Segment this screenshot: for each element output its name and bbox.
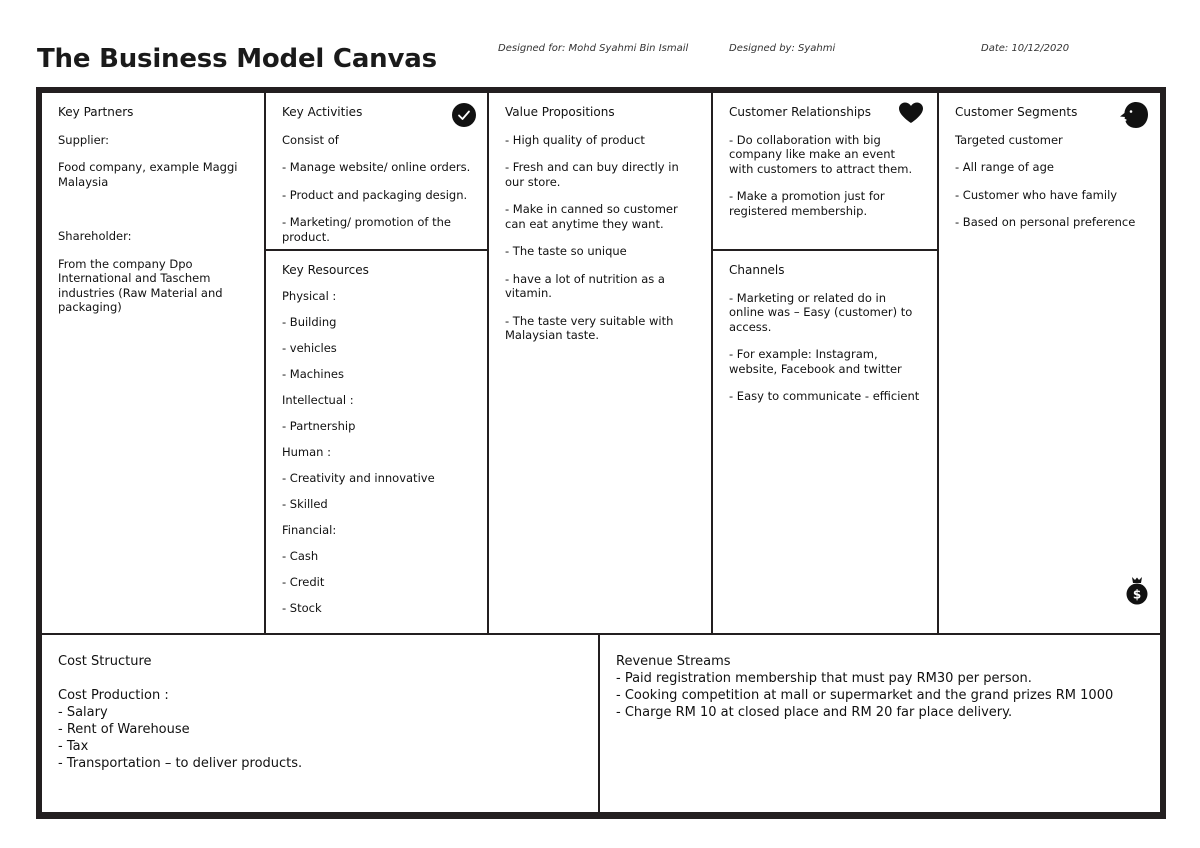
key-partners-section: Key Partners Supplier: Food company, exa… (42, 93, 264, 633)
list-item: From the company Dpo International and T… (58, 256, 223, 315)
designed-for: Designed for: Mohd Syahmi Bin Ismail (498, 43, 689, 54)
list-item: - Make in canned so customer can eat any… (505, 202, 678, 231)
list-item: - Cooking competition at mall or superma… (616, 688, 1114, 703)
list-item: - Marketing or related do in online was … (729, 290, 913, 334)
list-item: Shareholder: (58, 229, 132, 243)
list-item: Food company, example Maggi Malaysia (58, 160, 238, 189)
list-item: - Machines (282, 367, 344, 381)
value-propositions-title: Value Propositions (505, 105, 615, 119)
list-item: Intellectual : (282, 393, 354, 407)
list-item: Consist of (282, 132, 339, 147)
key-partners-title: Key Partners (58, 105, 134, 119)
svg-text:$: $ (1133, 588, 1141, 602)
list-item: - Rent of Warehouse (58, 722, 190, 737)
list-item: - Product and packaging design. (282, 187, 468, 202)
list-item: - Credit (282, 575, 325, 589)
customer-relationships-title: Customer Relationships (729, 105, 872, 119)
cost-production-label: Cost Production : (58, 688, 169, 703)
list-item: - Based on personal preference (955, 215, 1136, 229)
page-title: The Business Model Canvas (37, 44, 437, 74)
list-item: - Customer who have family (955, 187, 1118, 202)
list-item: - vehicles (282, 341, 337, 355)
list-item: Human : (282, 445, 332, 459)
revenue-streams-title: Revenue Streams (616, 654, 731, 669)
list-item: - Marketing/ promotion of the product. (282, 215, 451, 244)
list-item: - Transportation – to deliver products. (58, 756, 303, 771)
list-item: Supplier: (58, 132, 110, 147)
list-item: - Paid registration membership that must… (616, 671, 1032, 686)
list-item: - Make a promotion just for registered m… (729, 189, 885, 218)
list-item: - Creativity and innovative (282, 471, 435, 485)
list-item: - Salary (58, 705, 108, 720)
list-item: - Partnership (282, 419, 356, 433)
list-item: - Manage website/ online orders. (282, 160, 471, 174)
channels-title: Channels (729, 263, 785, 277)
list-item: - Charge RM 10 at closed place and RM 20… (616, 705, 1013, 720)
customer-segments-section: Customer Segments Targeted customer - Al… (939, 93, 1160, 633)
customer-segments-title: Customer Segments (955, 105, 1078, 119)
date: Date: 10/12/2020 (981, 43, 1070, 54)
list-item: - For example: Instagram, website, Faceb… (729, 347, 902, 376)
list-item: - All range of age (955, 160, 1054, 174)
key-resources-section: Key Resources Physical : - Building - ve… (266, 251, 487, 633)
cost-structure-title: Cost Structure (58, 654, 152, 669)
designed-by: Designed by: Syahmi (729, 43, 836, 54)
list-item: Physical : (282, 289, 337, 303)
heart-icon (899, 102, 923, 123)
canvas-frame: Key Partners Supplier: Food company, exa… (36, 87, 1166, 819)
value-propositions-section: Value Propositions - High quality of pro… (489, 93, 711, 633)
list-item: - Fresh and can buy directly in our stor… (505, 160, 679, 189)
revenue-streams-section: Revenue Streams - Paid registration memb… (600, 635, 1160, 812)
list-item: - have a lot of nutrition as a vitamin. (505, 271, 665, 301)
list-item: - Building (282, 315, 337, 329)
list-item: - Do collaboration with big company like… (729, 132, 913, 176)
channels-section: Channels - Marketing or related do in on… (713, 251, 937, 633)
person-head-icon (1120, 102, 1148, 128)
list-item: - Tax (58, 739, 89, 754)
list-item: - High quality of product (505, 132, 645, 147)
list-item: - Skilled (282, 497, 328, 511)
list-item: - Cash (282, 549, 319, 563)
list-item: - Stock (282, 601, 322, 615)
checkmark-icon (452, 103, 476, 127)
key-activities-title: Key Activities (282, 105, 363, 119)
list-item: - Easy to communicate - efficient (729, 389, 920, 403)
key-resources-title: Key Resources (282, 263, 369, 277)
list-item: Targeted customer (955, 132, 1063, 147)
list-item: - The taste very suitable with Malaysian… (505, 313, 674, 343)
money-bag-icon: $ (1126, 577, 1148, 605)
list-item: Financial: (282, 523, 337, 537)
list-item: - The taste so unique (505, 244, 627, 258)
cost-structure-section: Cost Structure Cost Production : - Salar… (42, 635, 598, 812)
